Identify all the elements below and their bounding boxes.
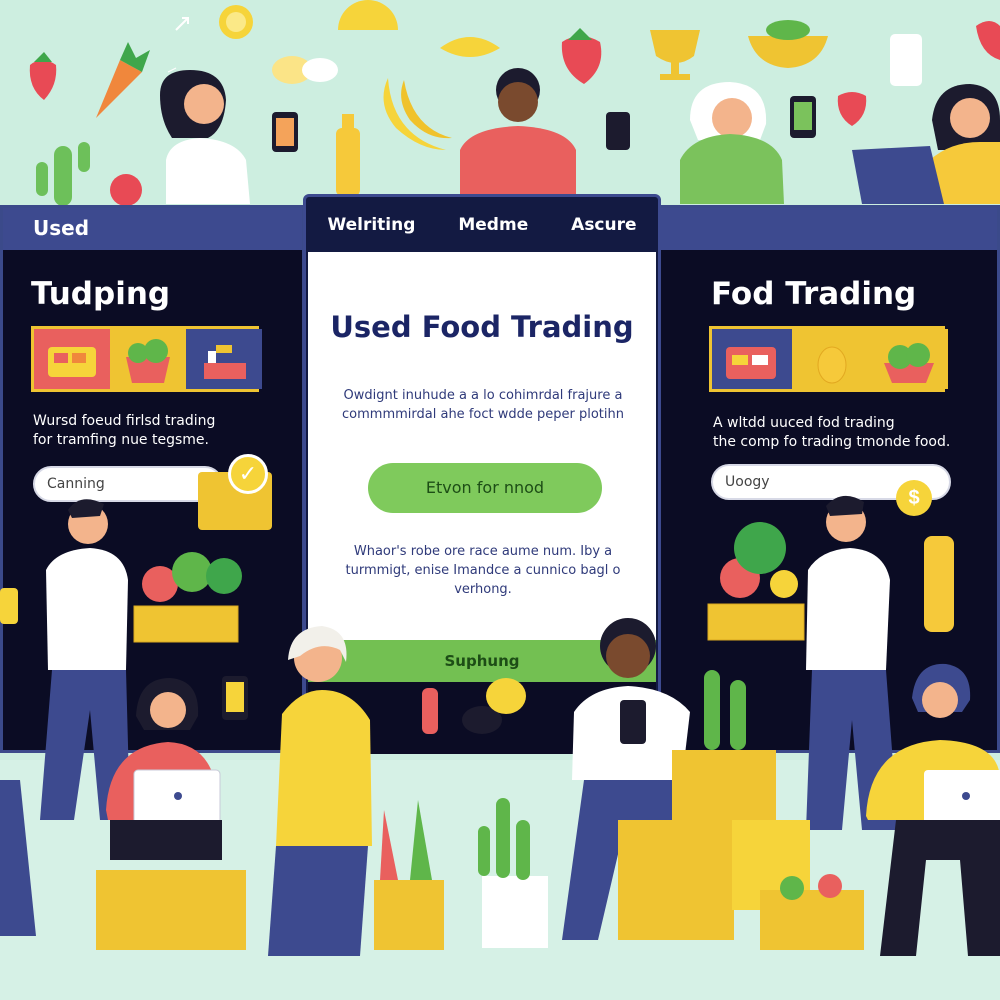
food-tile [186,329,262,389]
left-desc-line: Wursd foeud firlsd trading [33,413,216,429]
left-food-strip [31,326,262,392]
left-panel-description: Wursd foeud firlsd trading for tramfing … [33,412,283,450]
carrot-icon [96,42,150,118]
right-desc-line: the comp fo trading tmonde food. [713,434,951,450]
right-panel-title: Fod Trading [711,276,917,312]
foreground-people [0,495,1000,956]
food-tile [712,329,792,389]
right-desc-line: A wltdd uuced fod trading [713,415,895,431]
apple-icon [110,174,142,206]
intro-line: Owdignt inuhude a a lo cohimrdal frajure… [343,388,623,403]
lemon-slice-icon [338,0,398,30]
strawberry-icon [29,52,57,100]
page-title: Used Food Trading [330,310,634,344]
right-food-strip [709,326,948,392]
left-desc-line: for tramfing nue tegsme. [33,432,209,448]
center-intro: Owdignt inuhude a a lo cohimrdal frajure… [338,386,628,424]
tab-welriting[interactable]: Welriting [327,215,415,235]
illustration-scene: Used Tudping Wursd foeud firlsd trading … [0,0,1000,1000]
tab-medme[interactable]: Medme [458,215,528,235]
plant-pot-icon [478,798,548,948]
person-woman-phone-right [680,82,816,204]
strawberry-icon-right [561,28,602,84]
center-tab-bar: Welriting Medme Ascure [306,197,658,253]
food-tile [870,329,948,389]
right-panel-bar [661,208,997,250]
taco-icon [440,37,500,57]
right-panel-description: A wltdd uuced fod trading the comp fo tr… [713,414,993,452]
food-tile [110,329,186,389]
cactus-icon [36,142,90,206]
food-tile [34,329,110,389]
intro-line: commmmirdal ahe foct wdde peper plotihn [342,407,624,422]
tab-ascure[interactable]: Ascure [571,215,636,235]
bottle-icon [336,128,360,196]
trophy-icon [650,30,700,80]
person-woman-phone-left [160,70,298,204]
food-tile [792,329,870,389]
crate-icon [374,880,444,950]
left-panel-title: Tudping [31,276,171,312]
top-decorations [29,0,1000,206]
bowl-icon [748,36,828,68]
person-woman-laptop-right [852,84,1000,204]
left-panel-bar-label: Used [33,216,90,240]
jar-icon [890,34,922,86]
person-man-phone-center [460,68,630,196]
